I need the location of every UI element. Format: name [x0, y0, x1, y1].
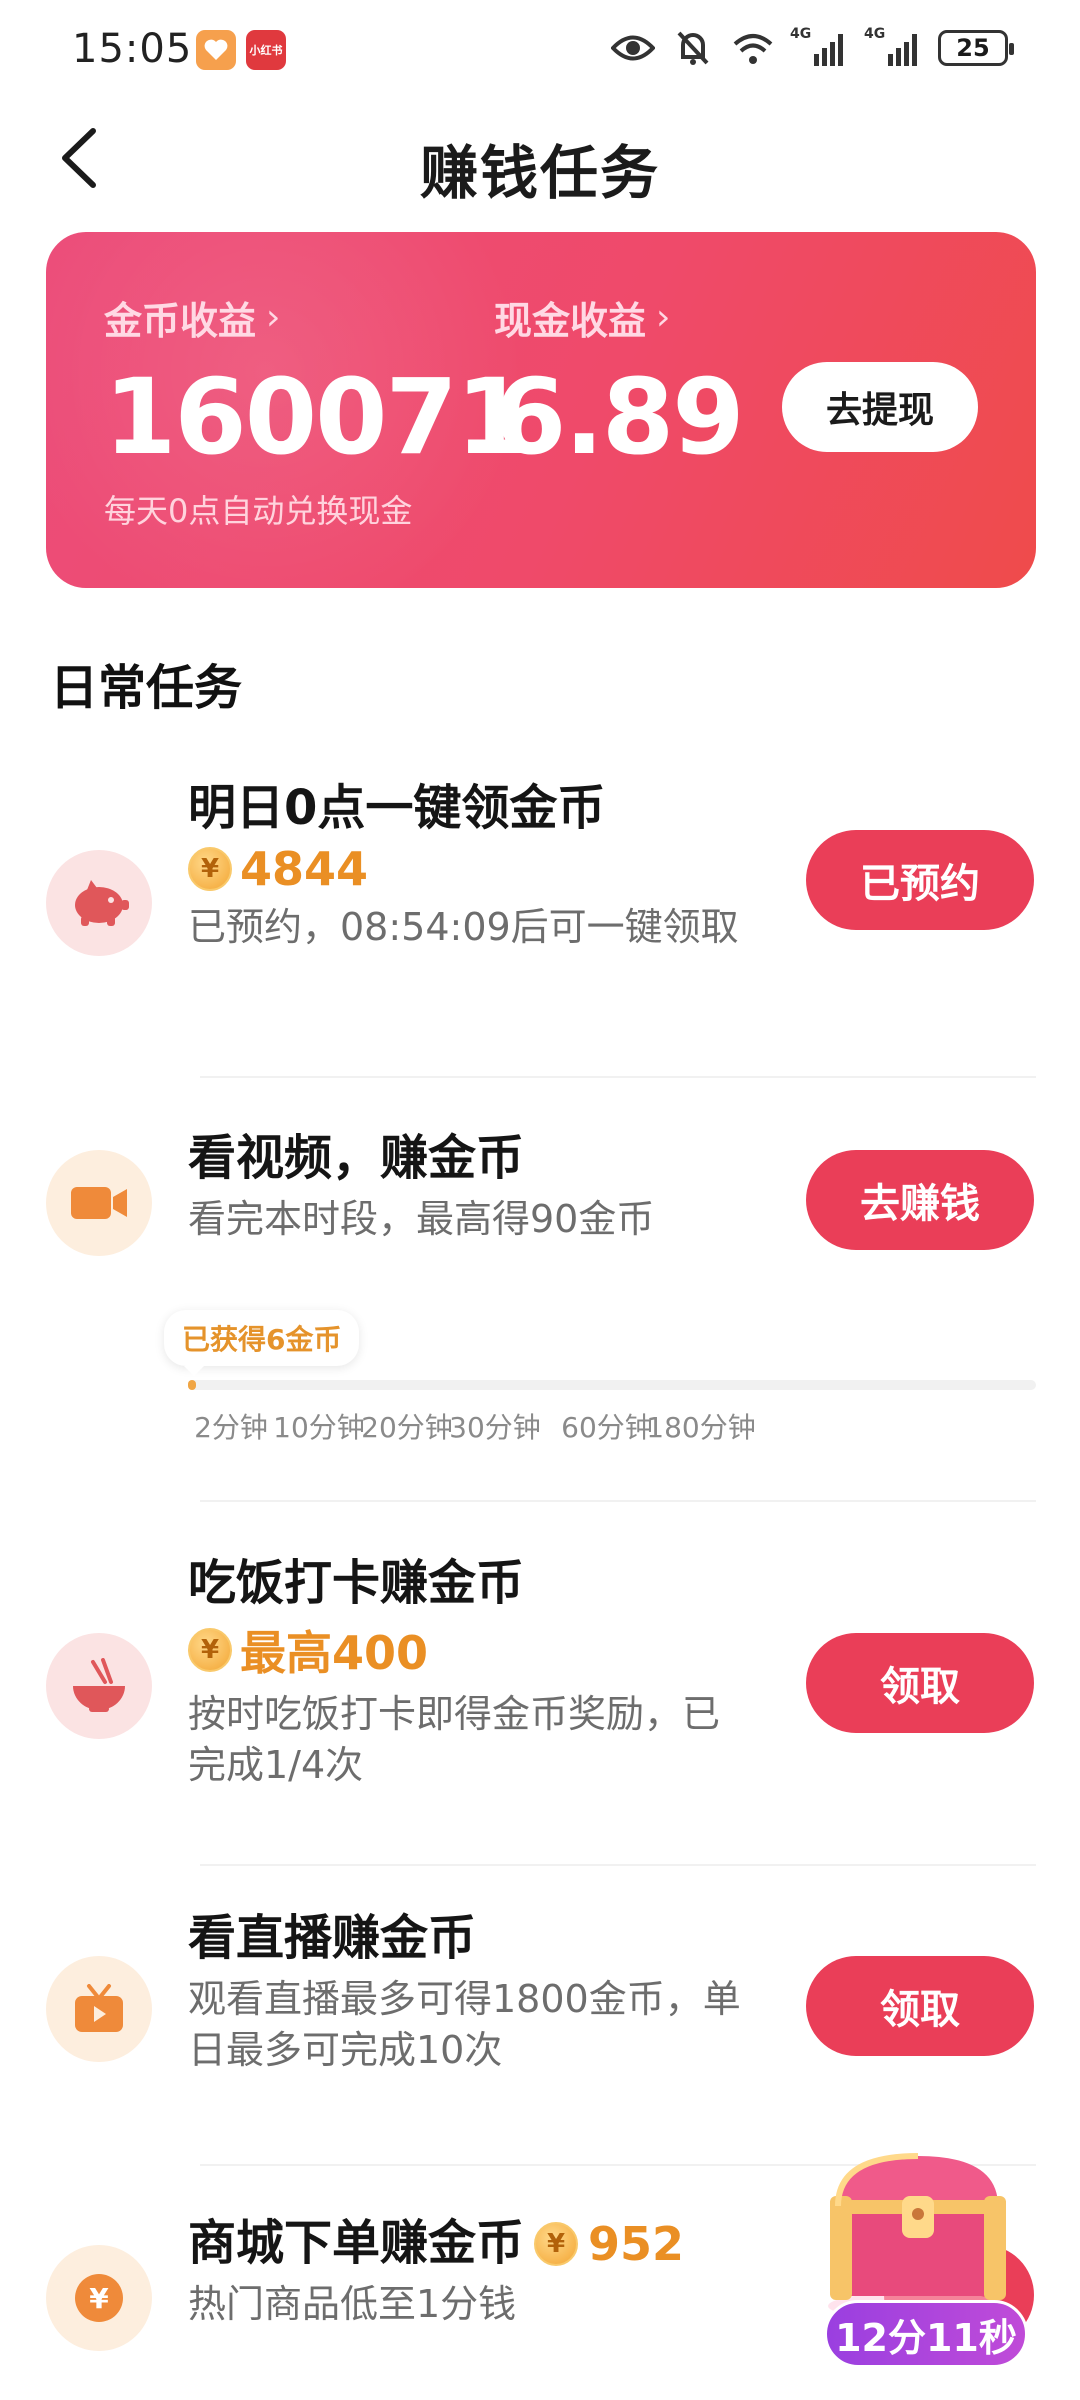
task-title: 商城下单赚金币 [188, 2215, 525, 2271]
task-description: 按时吃饭打卡即得金币奖励，已完成1/4次 [188, 1691, 721, 1787]
task-description: 热门商品低至1分钱 [188, 2281, 517, 2326]
coin-earnings-label: 金币收益 [104, 299, 257, 343]
coin-icon: ¥ [534, 2221, 579, 2266]
coin-earnings: 金币收益 › 160071 [104, 290, 528, 478]
status-time: 15:05 [72, 26, 193, 72]
task-title: 吃饭打卡赚金币 [188, 1555, 525, 1611]
task-reward-amount: 4844 [240, 841, 369, 896]
task-title: 明日0点一键领金币 [188, 780, 606, 836]
rice-bowl-icon [46, 1633, 152, 1739]
bell-muted-icon [670, 28, 716, 68]
heart-app-icon [196, 30, 236, 70]
coin-icon: ¥ [188, 1627, 232, 1672]
tv-icon [46, 1956, 152, 2062]
cash-earnings-value: 6.89 [494, 356, 745, 478]
claim-button[interactable]: 领取 [806, 1633, 1034, 1733]
eye-icon [610, 28, 656, 68]
coin-earnings-value: 160071 [104, 356, 528, 478]
progress-tick-label: 2分钟 [194, 1411, 268, 1444]
treasure-chest-icon[interactable] [808, 2136, 1028, 2326]
chest-countdown-timer[interactable]: 12分11秒 [824, 2300, 1028, 2368]
signal-icon-2: 4G [864, 26, 924, 66]
network-label-2: 4G [864, 26, 886, 42]
progress-tick-label: 20分钟 [361, 1411, 453, 1444]
video-camera-icon [46, 1150, 152, 1256]
xiaohongshu-app-icon: 小红书 [246, 30, 286, 70]
coin-earnings-link[interactable]: 金币收益 › [104, 290, 526, 345]
header: 赚钱任务 [0, 100, 1080, 220]
piggy-bank-icon [46, 850, 152, 956]
auto-exchange-note: 每天0点自动兑换现金 [104, 492, 413, 530]
yuan-icon: ¥ [46, 2245, 152, 2351]
progress-tick-label: 180分钟 [646, 1411, 756, 1444]
earned-coins-tooltip: 已获得6金币 [164, 1310, 360, 1376]
progress-fill [188, 1380, 196, 1390]
withdraw-button[interactable]: 去提现 [782, 362, 978, 452]
cash-earnings-label: 现金收益 [494, 299, 647, 343]
status-bar: 15:05 小红书 4G 4G 25 [0, 0, 1080, 100]
progress-tick-label: 60分钟 [561, 1411, 653, 1444]
section-title-daily-tasks: 日常任务 [50, 660, 243, 716]
wifi-icon [730, 28, 776, 68]
chevron-right-icon: › [266, 297, 281, 338]
signal-icon-1: 4G [790, 26, 850, 66]
progress-track [188, 1380, 1036, 1390]
reserved-button[interactable]: 已预约 [806, 830, 1034, 930]
task-description: 看完本时段，最高得90金币 [188, 1196, 655, 1241]
battery-indicator: 25 [938, 30, 1014, 66]
coin-icon: ¥ [188, 846, 232, 891]
progress-tick-label: 10分钟 [273, 1411, 365, 1444]
cash-earnings: 现金收益 › 6.89 [494, 290, 745, 478]
task-title: 看视频，赚金币 [188, 1130, 525, 1186]
page-title: 赚钱任务 [419, 139, 660, 207]
task-reward-amount: 最高400 [240, 1625, 429, 1680]
task-title: 看直播赚金币 [188, 1910, 477, 1966]
task-description: 已预约，08:54:09后可一键领取 [188, 904, 739, 949]
task-reward: ¥ 4844 [188, 842, 768, 896]
svg-text:¥: ¥ [89, 2282, 109, 2315]
status-indicators: 4G 4G 25 [610, 26, 1014, 68]
divider [200, 1864, 1036, 1866]
task-reward: ¥ 最高400 [188, 1617, 768, 1683]
video-progress-timeline: 已获得6金币 2分钟 10分钟 20分钟 30分钟 60分钟 180分钟 [164, 1310, 1036, 1444]
claim-button[interactable]: 领取 [806, 1956, 1034, 2056]
chevron-right-icon: › [656, 297, 671, 338]
task-description: 观看直播最多可得1800金币，单日最多可完成10次 [188, 1976, 741, 2072]
progress-tick-label: 30分钟 [449, 1411, 541, 1444]
divider [200, 1500, 1036, 1502]
network-label-1: 4G [790, 26, 812, 42]
task-reward-amount: 952 [588, 2216, 685, 2271]
divider [200, 1076, 1036, 1078]
earn-money-button[interactable]: 去赚钱 [806, 1150, 1034, 1250]
earnings-card: 金币收益 › 160071 现金收益 › 6.89 每天0点自动兑换现金 去提现 [46, 232, 1036, 588]
cash-earnings-link[interactable]: 现金收益 › [494, 290, 743, 345]
